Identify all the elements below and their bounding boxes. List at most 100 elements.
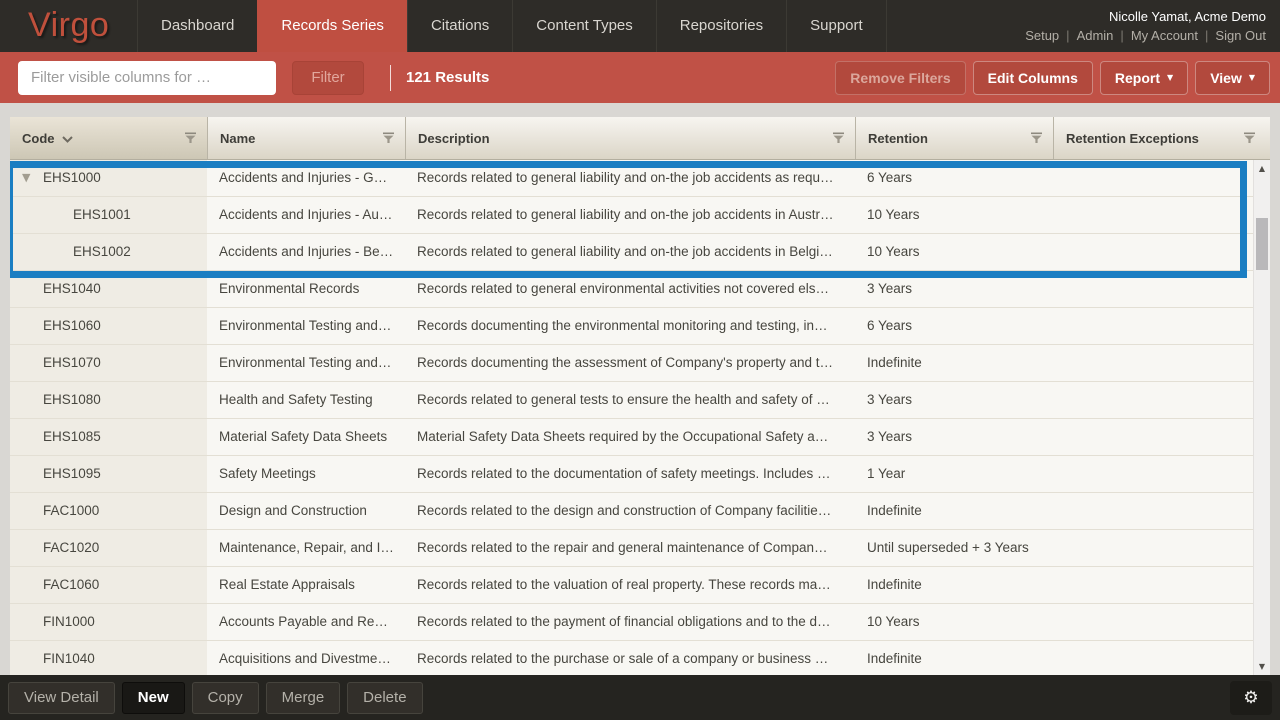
table-row-fac1000[interactable]: FAC1000Design and ConstructionRecords re… [10,493,1270,530]
view-detail-button[interactable]: View Detail [8,682,115,714]
code-cell: EHS1060 [10,308,207,344]
code-cell: FIN1000 [10,604,207,640]
filter-input[interactable] [18,61,276,95]
retention-cell: 6 Years [855,160,1053,196]
scroll-up-icon[interactable]: ▲ [1254,164,1270,173]
scroll-down-icon[interactable]: ▼ [1254,662,1270,671]
code-cell: FAC1060 [10,567,207,603]
retention-exceptions-cell [1053,493,1270,529]
description-cell: Records related to the design and constr… [405,493,855,529]
table-header: CodeNameDescription Retention Retention Ex… [10,117,1270,160]
link-admin[interactable]: Admin [1077,28,1114,43]
name-cell: Environmental Records [207,271,405,307]
filter-funnel-icon[interactable] [184,131,197,147]
table-row-ehs1080[interactable]: EHS1080Health and Safety TestingRecords … [10,382,1270,419]
table-row-ehs1001[interactable]: EHS1001Accidents and Injuries - Au…Recor… [10,197,1270,234]
link-setup[interactable]: Setup [1025,28,1059,43]
filter-funnel-icon[interactable] [1243,131,1256,147]
copy-button[interactable]: Copy [192,682,259,714]
code-cell: EHS1085 [10,419,207,455]
name-cell: Environmental Testing and… [207,308,405,344]
link-sign-out[interactable]: Sign Out [1215,28,1266,43]
description-cell: Records related to general liability and… [405,234,855,270]
retention-exceptions-cell [1053,271,1270,307]
settings-gear-button[interactable]: ⚙ [1230,681,1272,715]
code-cell: FIN1040 [10,641,207,675]
column-header-retention-exceptions[interactable]: Retention Exceptions [1053,117,1270,159]
table-row-ehs1095[interactable]: EHS1095Safety MeetingsRecords related to… [10,456,1270,493]
sort-descending-icon [62,131,73,146]
description-cell: Material Safety Data Sheets required by … [405,419,855,455]
code-cell: FAC1020 [10,530,207,566]
column-header-name[interactable]: Name [207,117,405,159]
tab-records-series[interactable]: Records Series [257,0,407,52]
table-row-ehs1040[interactable]: EHS1040Environmental RecordsRecords rela… [10,271,1270,308]
caret-down-icon: ▼ [1249,74,1255,82]
retention-exceptions-cell [1053,197,1270,233]
tab-content-types[interactable]: Content Types [512,0,655,52]
retention-exceptions-cell [1053,308,1270,344]
expand-collapse-triangle-icon[interactable]: ▼ [22,160,30,196]
records-table: CodeNameDescription Retention Retention Ex… [10,117,1270,675]
scrollbar-thumb[interactable] [1256,218,1268,270]
tab-support[interactable]: Support [786,0,887,52]
description-cell: Records related to general liability and… [405,160,855,196]
link-my-account[interactable]: My Account [1131,28,1198,43]
remove-filters-button[interactable]: Remove Filters [835,61,965,95]
column-header-description[interactable]: Description [405,117,855,159]
table-row-fac1020[interactable]: FAC1020Maintenance, Repair, and I…Record… [10,530,1270,567]
button-label: Report [1115,70,1160,86]
retention-exceptions-cell [1053,419,1270,455]
filter-funnel-icon[interactable] [382,131,395,147]
code-cell: EHS1070 [10,345,207,381]
retention-cell: Indefinite [855,345,1053,381]
description-cell: Records documenting the assessment of Co… [405,345,855,381]
retention-exceptions-cell [1053,382,1270,418]
table-row-ehs1000[interactable]: ▼EHS1000Accidents and Injuries - G…Recor… [10,160,1270,197]
link-separator: | [1205,28,1208,43]
tab-dashboard[interactable]: Dashboard [137,0,257,52]
merge-button[interactable]: Merge [266,682,341,714]
filter-funnel-icon[interactable] [1030,131,1043,147]
nav-tabs: DashboardRecords SeriesCitationsContent … [137,0,887,52]
edit-columns-button[interactable]: Edit Columns [973,61,1093,95]
table-row-fin1040[interactable]: FIN1040Acquisitions and Divestme…Records… [10,641,1270,675]
table-row-ehs1060[interactable]: EHS1060Environmental Testing and…Records… [10,308,1270,345]
report-button[interactable]: Report ▼ [1100,61,1188,95]
retention-cell: Indefinite [855,493,1053,529]
button-label: Edit Columns [988,70,1078,86]
delete-button[interactable]: Delete [347,682,422,714]
retention-cell: 1 Year [855,456,1053,492]
tab-repositories[interactable]: Repositories [656,0,786,52]
description-cell: Records related to the repair and genera… [405,530,855,566]
table-row-ehs1085[interactable]: EHS1085Material Safety Data SheetsMateri… [10,419,1270,456]
code-cell: ▼EHS1000 [10,160,207,196]
caret-down-icon: ▼ [1167,74,1173,82]
new-button[interactable]: New [122,682,185,714]
link-separator: | [1066,28,1069,43]
table-row-fac1060[interactable]: FAC1060Real Estate AppraisalsRecords rel… [10,567,1270,604]
vertical-scrollbar[interactable]: ▲ ▼ [1253,160,1270,675]
code-cell: EHS1001 [10,197,207,233]
retention-exceptions-cell [1053,160,1270,196]
column-header-code[interactable]: Code [10,117,207,159]
filter-funnel-icon[interactable] [832,131,845,147]
table-row-ehs1070[interactable]: EHS1070Environmental Testing and…Records… [10,345,1270,382]
name-cell: Environmental Testing and… [207,345,405,381]
table-row-ehs1002[interactable]: EHS1002Accidents and Injuries - Be…Recor… [10,234,1270,271]
column-header-retention[interactable]: Retention [855,117,1053,159]
description-cell: Records related to the payment of financ… [405,604,855,640]
description-cell: Records related to the documentation of … [405,456,855,492]
column-label: Retention [868,131,928,146]
name-cell: Health and Safety Testing [207,382,405,418]
column-label: Retention Exceptions [1066,131,1199,146]
view-button[interactable]: View▼ [1195,61,1270,95]
name-cell: Material Safety Data Sheets [207,419,405,455]
retention-cell: Indefinite [855,641,1053,675]
name-cell: Design and Construction [207,493,405,529]
name-cell: Acquisitions and Divestme… [207,641,405,675]
results-divider [390,65,391,91]
table-row-fin1000[interactable]: FIN1000Accounts Payable and Re…Records r… [10,604,1270,641]
filter-button[interactable]: Filter [292,61,364,95]
tab-citations[interactable]: Citations [407,0,512,52]
